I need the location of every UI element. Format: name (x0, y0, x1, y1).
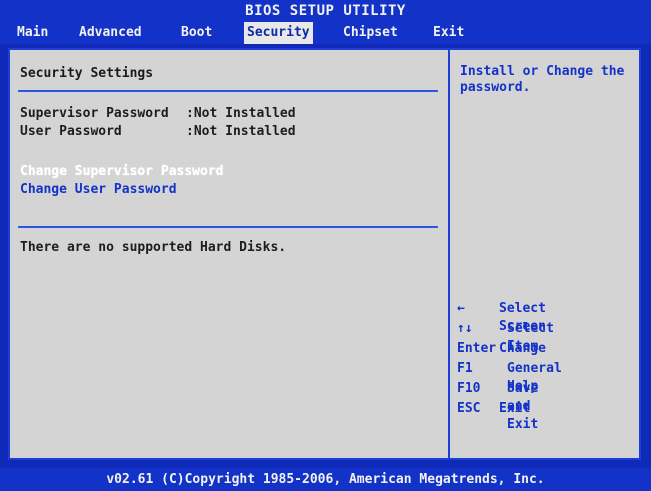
main-panel: Security Settings Supervisor Password :N… (8, 48, 641, 460)
copyright-footer: v02.61 (C)Copyright 1985-2006, American … (0, 468, 651, 491)
key-description: Change (499, 341, 546, 356)
user-password-value: :Not Installed (186, 124, 296, 139)
tab-boot[interactable]: Boot (178, 22, 215, 44)
tab-chipset[interactable]: Chipset (340, 22, 401, 44)
menu-bar: Main Advanced Boot Security Chipset Exit (0, 22, 651, 44)
tab-advanced[interactable]: Advanced (76, 22, 145, 44)
f1-key: F1 (457, 361, 473, 376)
panel-divider (448, 50, 450, 458)
supervisor-password-label: Supervisor Password (20, 106, 169, 121)
bios-title: BIOS SETUP UTILITY (0, 0, 651, 22)
hard-disks-note: There are no supported Hard Disks. (20, 240, 287, 255)
change-supervisor-password-option[interactable]: Change Supervisor Password (20, 164, 224, 180)
section-separator (18, 90, 438, 92)
enter-key: Enter (457, 341, 497, 356)
user-password-label: User Password (20, 124, 122, 139)
up-down-arrow-key: ↑↓ (457, 321, 473, 336)
key-description: Exit (499, 401, 531, 416)
section-title: Security Settings (20, 66, 154, 81)
tab-main[interactable]: Main (14, 22, 51, 44)
change-user-password-option[interactable]: Change User Password (20, 182, 177, 198)
section-separator-2 (18, 226, 438, 228)
supervisor-password-value: :Not Installed (186, 106, 296, 121)
left-arrow-key: ← (457, 301, 465, 316)
esc-key: ESC (457, 401, 481, 416)
tab-exit[interactable]: Exit (430, 22, 467, 44)
f10-key: F10 (457, 381, 481, 396)
tab-security[interactable]: Security (244, 22, 313, 44)
help-text: Install or Change the password. (460, 64, 625, 95)
